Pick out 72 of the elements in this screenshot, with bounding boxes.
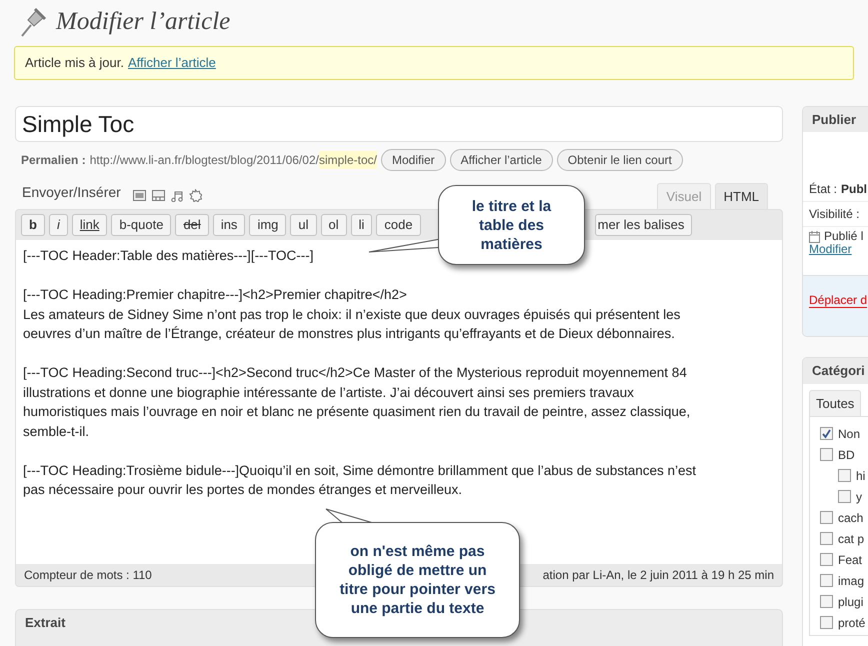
category-label: imag xyxy=(838,572,864,590)
video-icon[interactable] xyxy=(152,190,165,201)
categories-title: Catégori xyxy=(803,358,868,384)
word-count: Compteur de mots : 110 xyxy=(24,567,152,584)
checkbox[interactable] xyxy=(838,469,851,482)
permalink-button[interactable]: Afficher l’article xyxy=(450,149,553,171)
toolbar-button[interactable]: link xyxy=(72,214,108,236)
title-field[interactable]: Simple Toc xyxy=(15,106,783,142)
toolbar-button[interactable]: mer les balises xyxy=(594,214,692,236)
status-value: Publ xyxy=(841,181,868,198)
text-line: semble-t-il. xyxy=(23,422,90,440)
editor-tab[interactable]: HTML xyxy=(714,183,768,209)
checkbox[interactable] xyxy=(820,553,833,566)
category-label: plugi xyxy=(838,594,864,610)
text-line: [---TOC Heading:Second truc---]<h2>Second truc</h2>Ce Master of the Mysterious reproduit moyennement 84 xyxy=(23,364,687,382)
toolbar-button[interactable]: code xyxy=(376,214,421,236)
checkbox[interactable] xyxy=(820,616,833,629)
category-label: Non xyxy=(838,426,860,442)
text-line: Les amateurs de Sidney Sime n’ont pas trop le choix: il n’existe que deux ouvrages épuisés qui présentent les xyxy=(23,306,680,324)
view-post-link[interactable]: Afficher l’article xyxy=(128,53,216,73)
image-icon[interactable] xyxy=(132,190,146,201)
text-line: [---TOC Heading:Trosième bidule---]Quoiqu’il en soit, Sime démontre brillamment que l’abus de substances n’est xyxy=(23,462,696,480)
toolbar-button[interactable]: ins xyxy=(212,214,246,236)
category-label: y xyxy=(856,488,862,506)
last-edit-text: ation par Li-An, le 2 juin 2011 à 19 h 25 min xyxy=(542,567,774,584)
checkbox[interactable] xyxy=(820,448,833,461)
toolbar-button[interactable]: b xyxy=(21,214,45,236)
toolbar-button[interactable]: img xyxy=(249,214,286,236)
category-label: cach xyxy=(838,510,864,526)
text-line: illustrations et donne une biographie intéressante de l’artiste. J’ai découvert ainsi ses premiers travaux xyxy=(23,384,634,402)
checkbox[interactable] xyxy=(820,427,833,440)
checkbox[interactable] xyxy=(820,532,833,545)
music-note-icon[interactable] xyxy=(170,190,183,202)
callout-bubble: le titre et la table des matières xyxy=(438,185,585,265)
star-burst-icon[interactable] xyxy=(188,189,202,202)
category-label: cat p xyxy=(838,530,864,548)
checkbox[interactable] xyxy=(820,595,833,608)
toolbar-button[interactable]: ol xyxy=(320,214,347,236)
toolbar-button[interactable]: b-quote xyxy=(111,214,172,236)
visibility-label: Visibilité : xyxy=(809,206,860,223)
publish-title: Publier xyxy=(803,107,868,132)
permalink-label: Permalien : xyxy=(21,152,86,169)
toolbar-button[interactable]: del xyxy=(175,214,209,236)
text-line: oeuvres d’un maître de l’Étrange, créateur de monstres plus intrigants qu’effrayants et de Dieux débonnaires. xyxy=(23,325,675,343)
permalink-url: http://www.li-an.fr/blogtest/blog/2011/06/02/ xyxy=(90,152,319,169)
page-title: Modifier l’article xyxy=(56,6,230,37)
text-line: [---TOC Heading:Premier chapitre---]<h2>Premier chapitre</h2> xyxy=(23,286,407,304)
toolbar-button[interactable]: i xyxy=(48,214,68,236)
notice-text: Article mis à jour. xyxy=(25,54,124,72)
toolbar-button[interactable]: ul xyxy=(290,214,317,236)
category-label: BD xyxy=(838,446,855,464)
category-label: proté xyxy=(838,614,866,632)
edit-date-link[interactable]: Modifier xyxy=(809,242,852,256)
permalink-slug: simple-toc/ xyxy=(318,151,377,169)
checkbox[interactable] xyxy=(820,574,833,587)
text-line: humoristiques mais l’ouvrage en noir et blanc ne présente quasiment rien du travail de peintre, assez classique, xyxy=(23,403,690,421)
checkbox[interactable] xyxy=(838,490,851,503)
permalink-button[interactable]: Obtenir le lien court xyxy=(556,149,683,171)
excerpt-title: Extrait xyxy=(24,614,66,632)
categories-tab[interactable]: Toutes xyxy=(809,390,862,416)
published-date: Publié l xyxy=(824,230,864,243)
permalink-button[interactable]: Modifier xyxy=(380,149,446,171)
checkbox[interactable] xyxy=(820,511,833,524)
text-line: [---TOC Header:Table des matières---][---TOC---] xyxy=(23,247,314,265)
category-label: hi xyxy=(856,468,866,484)
callout-bubble: on n'est même pas obligé de mettre un titre pour pointer vers une partie du texte xyxy=(315,522,520,638)
media-label: Envoyer/Insérer xyxy=(22,183,121,202)
text-line: pas nécessaire pour ouvrir les portes de mondes étranges et merveilleux. xyxy=(23,481,462,499)
toolbar-button[interactable]: li xyxy=(350,214,372,236)
status-label: État : xyxy=(809,181,838,198)
calendar-icon xyxy=(809,230,820,242)
category-label: Feat xyxy=(838,552,862,568)
